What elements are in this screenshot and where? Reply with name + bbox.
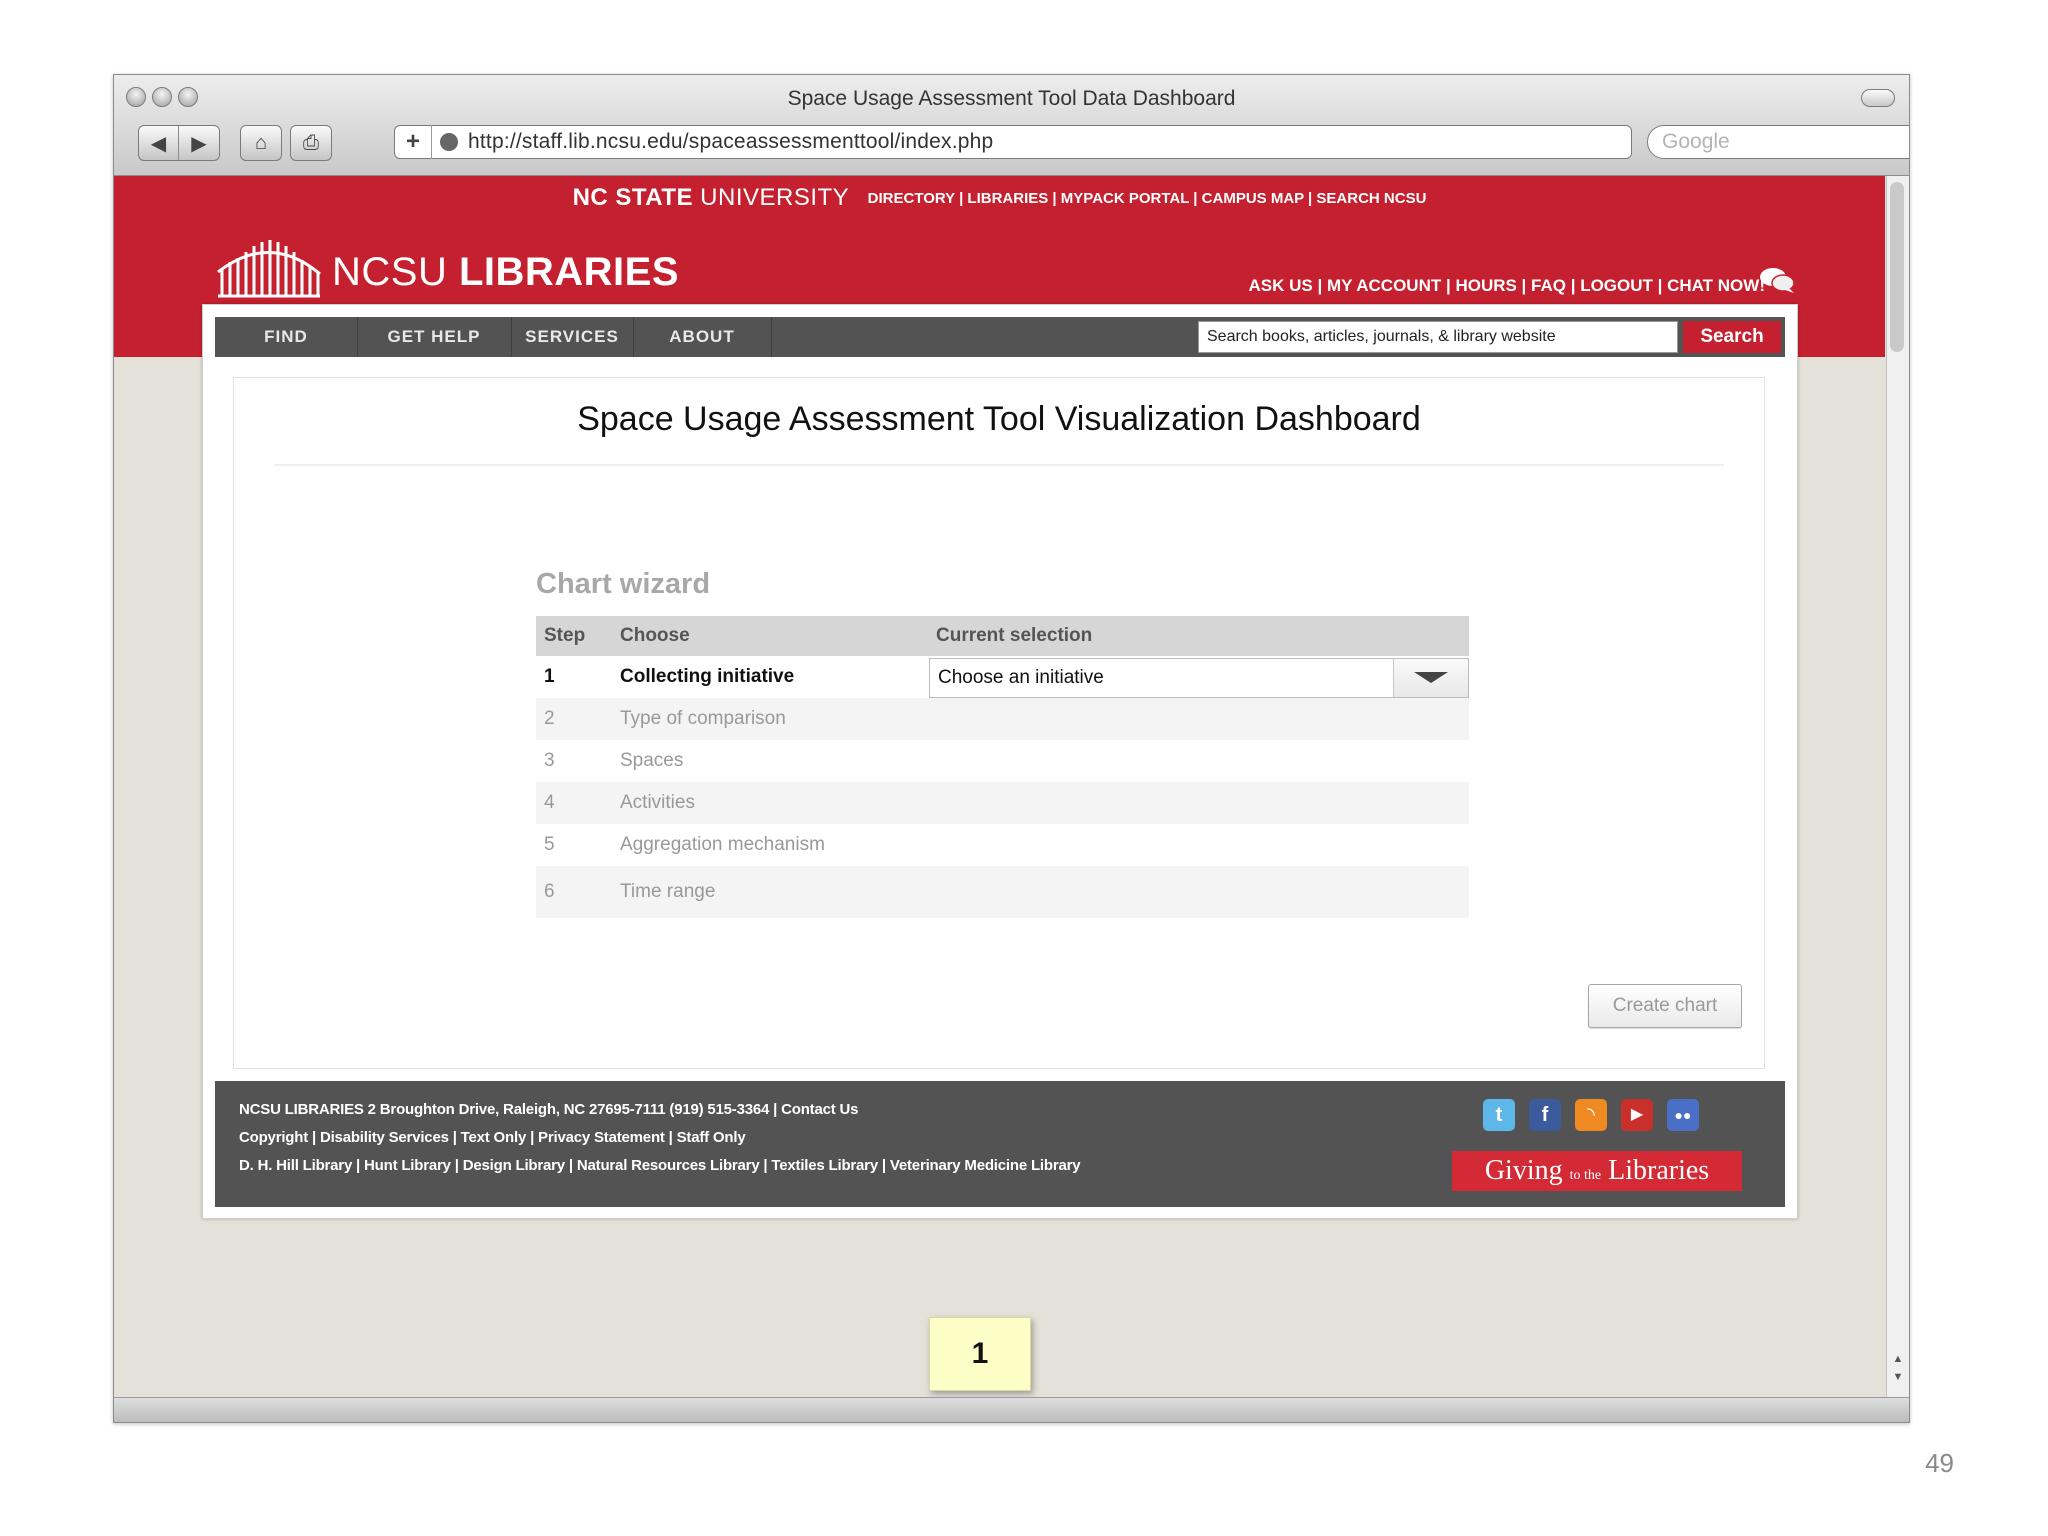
facebook-icon[interactable]: f [1529,1099,1561,1131]
browser-search-field[interactable]: Google [1647,125,1909,159]
scroll-up-icon[interactable]: ▲ [1891,1352,1905,1366]
vertical-scrollbar[interactable]: ▲ ▼ [1886,176,1909,1398]
site-footer: NCSU LIBRARIES 2 Broughton Drive, Raleig… [215,1081,1785,1207]
globe-icon [440,133,458,151]
chart-wizard-heading: Chart wizard [536,568,711,600]
wizard-step-row: 2 Type of comparison [536,698,1469,740]
chart-wizard-table: Step Choose Current selection 1 Collecti… [536,616,1469,918]
step-label: Activities [620,792,695,813]
rss-icon[interactable]: ◝ [1575,1099,1607,1131]
initiative-select[interactable]: Choose an initiative [929,658,1469,698]
step-label: Collecting initiative [620,666,795,687]
slide-number: 49 [1925,1448,1954,1478]
nc-state-logo[interactable]: NC STATE UNIVERSITY [573,184,850,211]
library-search-button[interactable]: Search [1683,321,1781,353]
scrollbar-thumb[interactable] [1890,182,1904,352]
nc-state-logo-bold: NC STATE [572,184,693,211]
chat-bubble-icon[interactable] [1759,266,1795,294]
wizard-step-row: 4 Activities [536,782,1469,824]
forward-button[interactable]: ▶ [179,126,219,160]
account-links[interactable]: ASK US | MY ACCOUNT | HOURS | FAQ | LOGO… [1249,276,1765,296]
libraries-building-icon [217,240,321,298]
column-header-current-selection: Current selection [936,625,1093,646]
nc-state-logo-light: UNIVERSITY [693,184,850,211]
browser-titlebar: Space Usage Assessment Tool Data Dashboa… [114,75,1909,176]
window-title: Space Usage Assessment Tool Data Dashboa… [787,87,1236,110]
page-content: NC STATE UNIVERSITY DIRECTORY | LIBRARIE… [114,176,1885,1398]
step-number: 5 [544,834,555,855]
menu-get-help[interactable]: GET HELP [357,317,512,357]
scroll-down-icon[interactable]: ▼ [1891,1370,1905,1384]
column-header-step: Step [544,625,586,646]
step-number: 1 [544,666,555,687]
step-number: 2 [544,708,555,729]
back-arrow-icon: ◀ [150,132,167,155]
forward-arrow-icon: ▶ [191,132,207,155]
menu-services[interactable]: SERVICES [511,317,634,357]
step-label: Time range [620,881,716,902]
university-bar: NC STATE UNIVERSITY DIRECTORY | LIBRARIE… [114,184,1885,212]
university-links[interactable]: DIRECTORY | LIBRARIES | MYPACK PORTAL | … [868,190,1427,207]
libraries-wordmark-light: NCSU [332,250,459,294]
print-button-group: ⎙ [290,125,332,161]
library-page: FIND GET HELP SERVICES ABOUT Search book… [202,304,1798,1219]
printer-icon: ⎙ [303,131,319,154]
step-label: Aggregation mechanism [620,834,825,855]
giving-to-the-libraries-banner[interactable]: Giving to the Libraries [1452,1151,1742,1191]
menu-find[interactable]: FIND [215,317,358,357]
wizard-step-row: 1 Collecting initiative Choose an initia… [536,656,1469,698]
menu-about[interactable]: ABOUT [633,317,772,357]
plus-icon: + [405,128,420,155]
dashboard-panel: Space Usage Assessment Tool Visualizatio… [233,377,1765,1069]
browser-window: Space Usage Assessment Tool Data Dashboa… [113,74,1910,1423]
wizard-step-row: 6 Time range [536,866,1469,918]
libraries-wordmark: NCSU LIBRARIES [332,246,679,298]
step-label: Type of comparison [620,708,786,729]
chevron-down-icon [1414,672,1448,683]
footer-policy-links[interactable]: Copyright | Disability Services | Text O… [239,1129,746,1146]
libraries-wordmark-bold: LIBRARIES [458,250,680,294]
toolbar-toggle-button[interactable] [1861,89,1895,107]
footer-library-links[interactable]: D. H. Hill Library | Hunt Library | Desi… [239,1157,1081,1174]
initiative-select-value: Choose an initiative [938,667,1104,688]
home-icon: ⌂ [254,131,268,154]
flickr-icon[interactable]: ●● [1667,1099,1699,1131]
url-text[interactable]: http://staff.lib.ncsu.edu/spaceassessmen… [468,130,993,154]
home-button-group: ⌂ [240,125,282,161]
giving-text-c: Libraries [1601,1155,1710,1186]
step-number: 4 [544,792,555,813]
main-menu: FIND GET HELP SERVICES ABOUT Search book… [215,317,1785,357]
giving-text-a: Giving [1484,1155,1570,1186]
library-search-input[interactable]: Search books, articles, journals, & libr… [1198,321,1678,353]
address-bar[interactable]: + http://staff.lib.ncsu.edu/spaceassessm… [394,125,1632,159]
step-label: Spaces [620,750,684,771]
home-button[interactable]: ⌂ [241,126,281,160]
ncsu-libraries-logo[interactable]: NCSU LIBRARIES [214,238,679,298]
footer-org: NCSU LIBRARIES [239,1101,364,1118]
giving-text-b: to the [1569,1168,1602,1183]
back-forward-group: ◀ ▶ [138,125,220,161]
wizard-step-row: 3 Spaces [536,740,1469,782]
dropdown-arrow-button[interactable] [1393,659,1468,697]
print-button[interactable]: ⎙ [291,126,331,160]
table-header-row: Step Choose Current selection [536,616,1469,656]
step-callout-marker: 1 [929,1317,1031,1391]
twitter-icon[interactable]: t [1483,1099,1515,1131]
footer-address: NCSU LIBRARIES 2 Broughton Drive, Raleig… [239,1101,858,1118]
column-header-choose: Choose [620,625,690,646]
step-number: 6 [544,881,555,902]
footer-address-text[interactable]: 2 Broughton Drive, Raleigh, NC 27695-711… [364,1101,859,1118]
wizard-step-row: 5 Aggregation mechanism [536,824,1469,866]
step-number: 3 [544,750,555,771]
back-button[interactable]: ◀ [139,126,179,160]
title-divider [274,464,1724,466]
window-bottom-bar [114,1397,1909,1422]
add-bookmark-button[interactable]: + [395,125,432,159]
youtube-icon[interactable]: ▶ [1621,1099,1653,1131]
page-title: Space Usage Assessment Tool Visualizatio… [577,400,1421,438]
create-chart-button[interactable]: Create chart [1588,984,1742,1028]
